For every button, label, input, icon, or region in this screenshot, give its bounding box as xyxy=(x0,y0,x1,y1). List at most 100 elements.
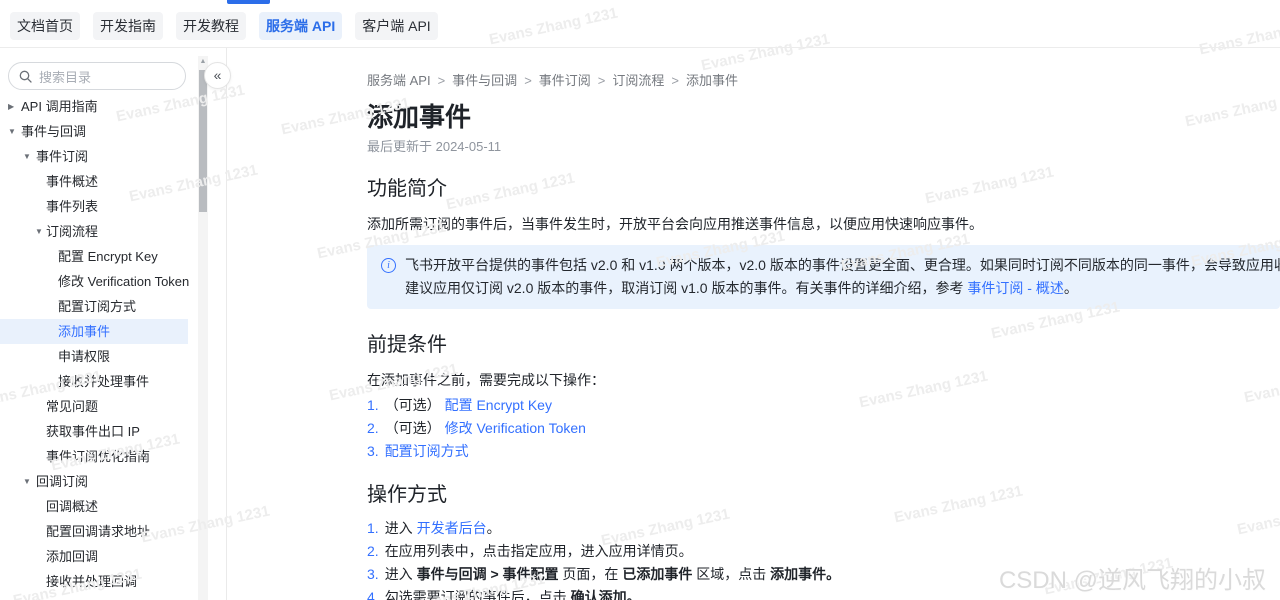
page: 文档首页开发指南开发教程服务端 API客户端 API 搜索目录 ▶API 调用指… xyxy=(0,0,1280,600)
sidebar-item-label: 事件订阅 xyxy=(36,149,88,164)
top-tab[interactable]: 客户端 API xyxy=(355,12,437,40)
sidebar-item-label: 修改 Verification Token xyxy=(58,274,189,289)
tree-arrow-down-icon[interactable]: ▼ xyxy=(23,469,31,494)
search-placeholder: 搜索目录 xyxy=(39,67,91,86)
breadcrumb-item[interactable]: 服务端 API xyxy=(367,73,431,88)
list-number: 4. xyxy=(367,589,379,600)
bold-text: 添加事件。 xyxy=(770,566,840,582)
section-heading-intro: 功能简介 xyxy=(367,175,1280,203)
list-item: 2.在应用列表中，点击指定应用，进入应用详情页。 xyxy=(367,540,1280,563)
sidebar-item-label: 添加事件 xyxy=(58,324,110,339)
list-item: 1.（可选） 配置 Encrypt Key xyxy=(367,394,1280,417)
top-tabs: 文档首页开发指南开发教程服务端 API 客户端 API xyxy=(10,12,438,40)
sidebar-item[interactable]: 配置订阅方式 xyxy=(0,294,188,319)
info-icon: i xyxy=(381,258,396,273)
sidebar-item[interactable]: 添加回调 xyxy=(0,544,188,569)
sidebar-item[interactable]: ▼ 事件订阅 xyxy=(0,144,188,169)
list-item: 2. （可选） 修改 Verification Token xyxy=(367,417,1280,440)
sidebar-item-label: 订阅流程 xyxy=(46,224,98,239)
bold-text: 事件与回调 > 事件配置 xyxy=(417,566,559,582)
sidebar-item[interactable]: ▼ 事件与回调 xyxy=(0,119,188,144)
sidebar-item[interactable]: 修改 Verification Token xyxy=(0,269,188,294)
sidebar-item[interactable]: 配置 Encrypt Key xyxy=(0,244,188,269)
sidebar-item[interactable]: 事件订阅优化指南 xyxy=(0,444,188,469)
sidebar-item[interactable]: 配置回调请求地址 xyxy=(0,519,188,544)
top-tab[interactable]: 开发指南 xyxy=(93,12,163,40)
sidebar-scrollbar[interactable]: ▲ xyxy=(198,56,208,600)
sidebar-item-label: 接收并处理回调 xyxy=(46,574,137,589)
inline-link[interactable]: 开发者后台 xyxy=(417,520,487,536)
scroll-up-icon[interactable]: ▲ xyxy=(198,58,208,65)
text: 勾选需要订阅的事件后，点击 xyxy=(385,589,571,600)
search-input[interactable]: 搜索目录 xyxy=(8,62,186,90)
breadcrumb-item[interactable]: 订阅流程 xyxy=(612,73,664,88)
top-tab-active[interactable]: 服务端 API xyxy=(259,12,342,40)
sidebar-item-label: 申请权限 xyxy=(58,349,110,364)
list-number: 1. xyxy=(367,520,379,536)
sidebar-item-label: 回调订阅 xyxy=(36,474,88,489)
callout-line-1: 飞书开放平台提供的事件包括 v2.0 和 v1.0 两个版本，v2.0 版本的事… xyxy=(405,254,1280,277)
sidebar-item[interactable]: ▼订阅流程 xyxy=(0,219,188,244)
callout-line-2-suffix: 。 xyxy=(1064,280,1078,296)
inline-link[interactable]: 修改 Verification Token xyxy=(445,420,586,436)
inline-link[interactable]: 配置订阅方式 xyxy=(385,443,469,459)
callout-line-2: 建议应用仅订阅 v2.0 版本的事件，取消订阅 v1.0 版本的事件。有关事件的… xyxy=(405,277,1280,300)
sidebar-item-label: 事件与回调 xyxy=(21,124,86,139)
callout-text: 飞书开放平台提供的事件包括 v2.0 和 v1.0 两个版本，v2.0 版本的事… xyxy=(405,254,1280,300)
sidebar-item[interactable]: 申请权限 xyxy=(0,344,188,369)
tree-arrow-down-icon[interactable]: ▼ xyxy=(8,119,16,144)
text: 在应用列表中，点击指定应用，进入应用详情页。 xyxy=(385,543,693,559)
collapse-sidebar-button[interactable]: « xyxy=(204,62,231,89)
inline-link[interactable]: 配置 Encrypt Key xyxy=(445,397,552,413)
sidebar-item-label: API 调用指南 xyxy=(21,99,98,114)
callout-line-2-text: 建议应用仅订阅 v2.0 版本的事件，取消订阅 v1.0 版本的事件。有关事件的… xyxy=(405,280,967,296)
top-tab[interactable]: 文档首页 xyxy=(10,12,80,40)
sidebar-item[interactable]: ▼ 回调订阅 xyxy=(0,469,188,494)
link-event-subscription-overview[interactable]: 事件订阅 - 概述 xyxy=(967,280,1063,296)
breadcrumb-item[interactable]: 事件订阅 xyxy=(539,73,591,88)
tree-arrow-right-icon[interactable]: ▶ xyxy=(8,94,14,119)
text: （可选） xyxy=(385,397,445,413)
sidebar-item[interactable]: 事件概述 xyxy=(0,169,188,194)
sidebar-item[interactable]: ▶ API 调用指南 xyxy=(0,94,188,119)
list-number: 2. xyxy=(367,420,379,436)
info-callout: i 飞书开放平台提供的事件包括 v2.0 和 v1.0 两个版本，v2.0 版本… xyxy=(367,245,1280,309)
text: 页面，在 xyxy=(559,566,623,582)
sidebar-item-label: 事件订阅优化指南 xyxy=(46,449,150,464)
search-icon xyxy=(19,70,32,83)
text: 进入 xyxy=(385,566,417,582)
sidebar-item[interactable]: 回调概述 xyxy=(0,494,188,519)
breadcrumb-item[interactable]: 事件与回调 xyxy=(452,73,517,88)
sidebar-item[interactable]: 事件列表 xyxy=(0,194,188,219)
top-tab[interactable]: 开发教程 xyxy=(176,12,246,40)
text: 区域，点击 xyxy=(692,566,770,582)
section-heading-prerequisites: 前提条件 xyxy=(367,331,1280,359)
sidebar-item-label: 接收并处理事件 xyxy=(58,374,149,389)
prerequisites-lead: 在添加事件之前，需要完成以下操作： xyxy=(367,369,1280,391)
intro-paragraph: 添加所需订阅的事件后，当事件发生时，开放平台会向应用推送事件信息，以便应用快速响… xyxy=(367,213,1280,235)
sidebar-item[interactable]: 接收并处理事件 xyxy=(0,369,188,394)
sidebar-item[interactable]: 获取事件出口 IP xyxy=(0,419,188,444)
list-item: 1.进入 开发者后台。 xyxy=(367,517,1280,540)
sidebar-item[interactable]: 常见问题 xyxy=(0,394,188,419)
text: 。 xyxy=(487,520,501,536)
tree-arrow-down-icon[interactable]: ▼ xyxy=(35,219,43,244)
tree-arrow-down-icon[interactable]: ▼ xyxy=(23,144,31,169)
breadcrumb-separator: > xyxy=(598,73,606,88)
main-content: 服务端 API>事件与回调>事件订阅>订阅流程>添加事件 添加事件 最后更新于 … xyxy=(367,48,1280,600)
sidebar-item[interactable]: 接收并处理回调 xyxy=(0,569,188,594)
text: （可选） xyxy=(385,420,445,436)
updated-date: 最后更新于 2024-05-11 xyxy=(367,136,1280,155)
breadcrumb-separator: > xyxy=(524,73,532,88)
bold-text: 确认添加。 xyxy=(571,589,641,600)
list-number: 3. xyxy=(367,566,379,582)
sidebar-item-label: 回调概述 xyxy=(46,499,98,514)
sidebar-item-label: 获取事件出口 IP xyxy=(46,424,140,439)
sidebar-item-label: 配置回调请求地址 xyxy=(46,524,150,539)
sidebar-item-label: 添加回调 xyxy=(46,549,98,564)
bold-text: 已添加事件 xyxy=(622,566,692,582)
sidebar-item-selected[interactable]: 添加事件 xyxy=(0,319,188,344)
scrollbar-thumb[interactable] xyxy=(199,70,207,212)
breadcrumb-separator: > xyxy=(438,73,446,88)
list-item: 3. 进入 事件与回调 > 事件配置 页面，在 已添加事件 区域，点击 添加事件。 xyxy=(367,563,1280,586)
